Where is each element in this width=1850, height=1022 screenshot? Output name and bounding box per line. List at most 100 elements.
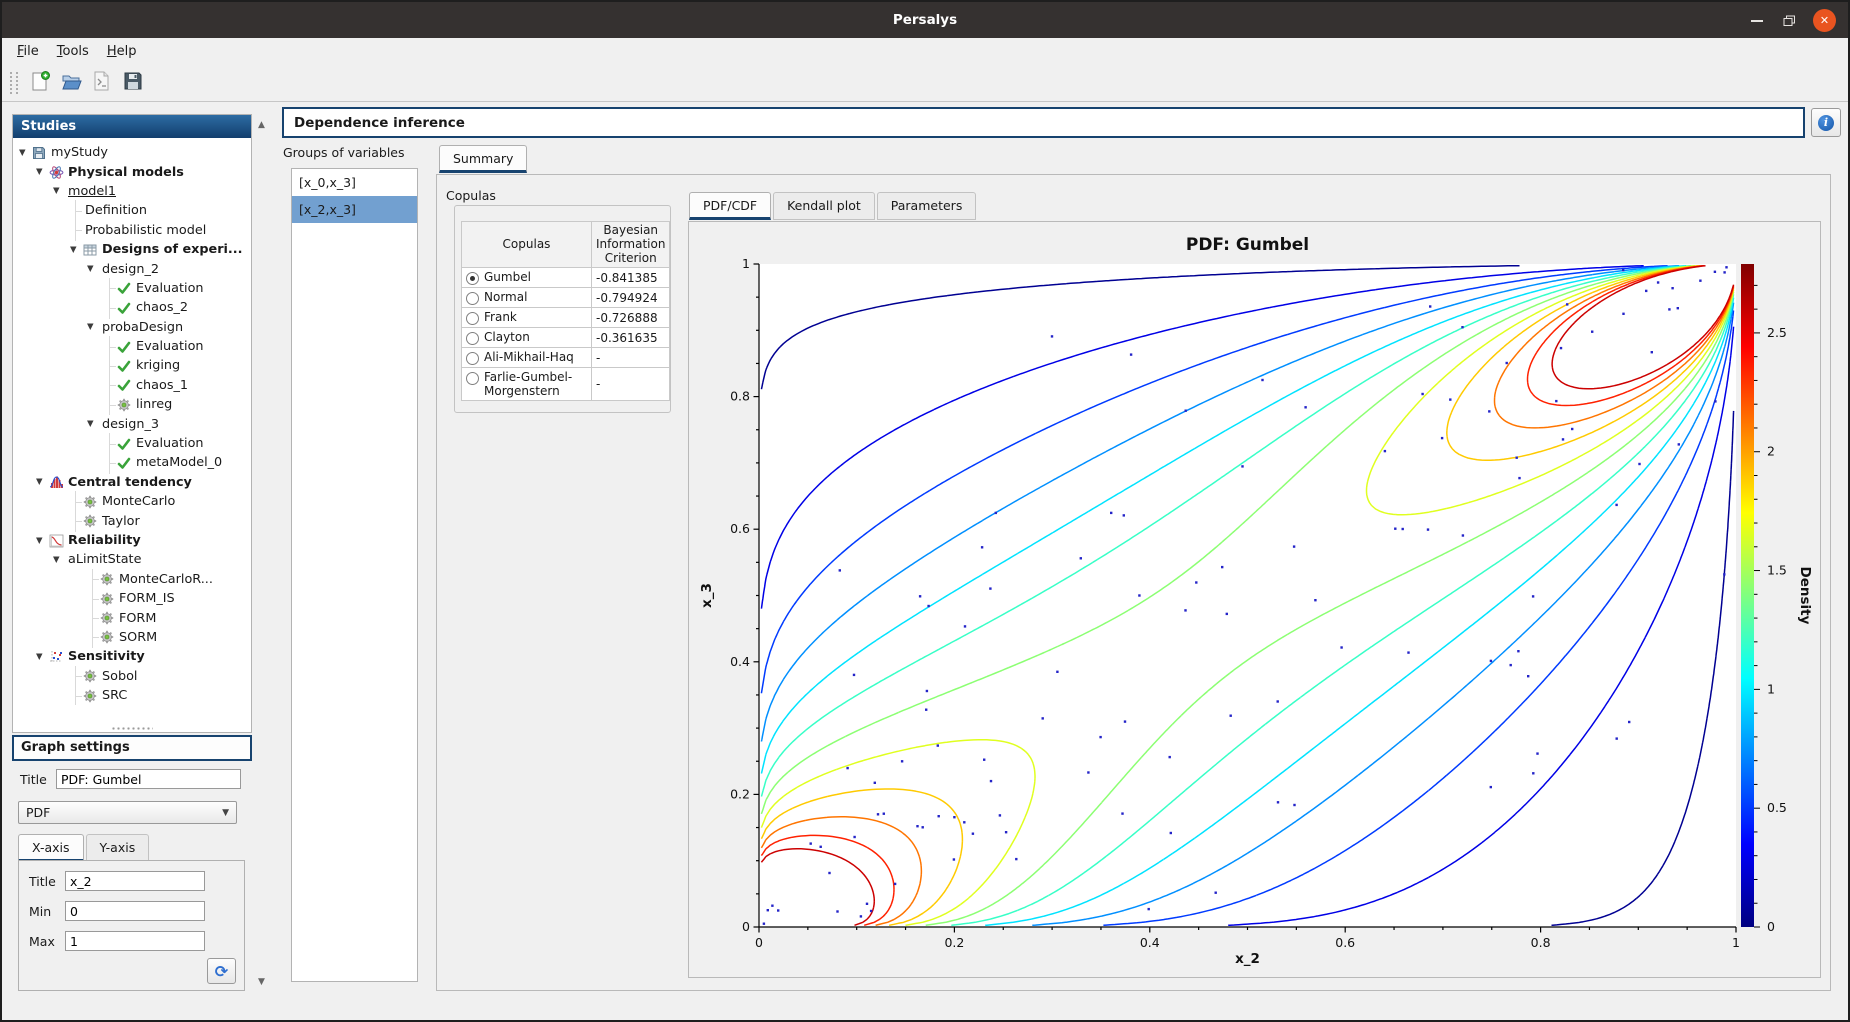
- tree-item-evaluation[interactable]: Evaluation: [13, 279, 251, 298]
- axis-max-input[interactable]: [65, 931, 205, 951]
- radio-farlie-gumbel-morgenstern[interactable]: [466, 372, 479, 385]
- expander-caret-icon[interactable]: ▼: [87, 322, 100, 332]
- tree-item-label: Designs of experi...: [102, 242, 243, 257]
- tree-item-designs-of-experi[interactable]: ▼ Designs of experi...: [13, 240, 251, 259]
- copula-name: Ali-Mikhail-Haq: [484, 350, 574, 364]
- tree-item-probabilistic-model[interactable]: Probabilistic model: [13, 221, 251, 240]
- tree-item-montecarlo[interactable]: MonteCarlo: [13, 492, 251, 511]
- toolbar: [2, 65, 1848, 102]
- info-icon: i: [1818, 115, 1834, 131]
- svg-text:0.6: 0.6: [1335, 935, 1355, 950]
- tree-item-sorm[interactable]: SORM: [13, 628, 251, 647]
- tree-guide-line: [70, 221, 83, 240]
- expander-caret-icon[interactable]: ▼: [53, 186, 66, 196]
- tree-item-physical-models[interactable]: ▼Physical models: [13, 162, 251, 181]
- tree-guide-line: [70, 201, 83, 220]
- tree-item-taylor[interactable]: Taylor: [13, 511, 251, 530]
- plot-type-dropdown[interactable]: PDF ▼: [18, 801, 237, 824]
- radio-ali-mikhail-haq[interactable]: [466, 352, 479, 365]
- expander-caret-icon[interactable]: ▼: [36, 477, 49, 487]
- minimize-button[interactable]: [1745, 9, 1768, 32]
- refresh-button[interactable]: ⟳: [207, 958, 236, 984]
- menu-item-help[interactable]: Help: [98, 41, 146, 62]
- tab-parameters[interactable]: Parameters: [877, 192, 977, 220]
- tree-item-design-3[interactable]: ▼design_3: [13, 414, 251, 433]
- tab-pdf-cdf[interactable]: PDF/CDF: [689, 192, 771, 220]
- radio-normal[interactable]: [466, 292, 479, 305]
- expander-caret-icon[interactable]: ▼: [19, 148, 32, 158]
- group-item-x-0-x-3[interactable]: [x_0,x_3]: [292, 169, 417, 196]
- tree-item-reliability[interactable]: ▼Reliability: [13, 531, 251, 550]
- scroll-down-arrow[interactable]: ▼: [254, 974, 269, 989]
- expander-caret-icon[interactable]: ▼: [36, 652, 49, 662]
- bic-value: -: [592, 368, 670, 401]
- radio-gumbel[interactable]: [466, 272, 479, 285]
- tree-item-sobol[interactable]: Sobol: [13, 667, 251, 686]
- graph-title-input[interactable]: [56, 769, 241, 789]
- close-button[interactable]: ✕: [1813, 9, 1836, 32]
- tree-item-chaos-1[interactable]: chaos_1: [13, 376, 251, 395]
- dock-splitter-handle[interactable]: [12, 725, 252, 733]
- tree-item-kriging[interactable]: kriging: [13, 356, 251, 375]
- expander-caret-icon[interactable]: ▼: [36, 167, 49, 177]
- open-study-button[interactable]: [57, 69, 85, 97]
- restore-button[interactable]: [1778, 9, 1801, 32]
- tree-item-src[interactable]: SRC: [13, 686, 251, 705]
- tree-item-model1[interactable]: ▼model1: [13, 182, 251, 201]
- tree-item-alimitstate[interactable]: ▼aLimitState: [13, 550, 251, 569]
- bic-value: -0.794924: [592, 288, 670, 308]
- expander-caret-icon[interactable]: ▼: [87, 419, 100, 429]
- axis-min-input[interactable]: [65, 901, 205, 921]
- gear-icon: [100, 572, 117, 586]
- copulas-table: CopulasBayesian Information CriterionGum…: [461, 221, 670, 401]
- tab-summary[interactable]: Summary: [439, 145, 527, 173]
- tree-item-label: kriging: [136, 358, 180, 373]
- tree-item-chaos-2[interactable]: chaos_2: [13, 298, 251, 317]
- scroll-up-arrow[interactable]: ▲: [254, 117, 269, 132]
- python-script-button[interactable]: [88, 69, 116, 97]
- expander-caret-icon[interactable]: ▼: [87, 264, 100, 274]
- tree-item-label: aLimitState: [68, 552, 141, 567]
- toolbar-grip[interactable]: [10, 72, 18, 94]
- radio-clayton[interactable]: [466, 332, 479, 345]
- tree-item-mystudy[interactable]: ▼ myStudy: [13, 143, 251, 162]
- tree-item-definition[interactable]: Definition: [13, 201, 251, 220]
- tree-item-label: myStudy: [51, 145, 108, 160]
- axis-title-input[interactable]: [65, 871, 205, 891]
- tree-item-montecarlor[interactable]: MonteCarloR...: [13, 570, 251, 589]
- menu-item-file[interactable]: File: [8, 41, 48, 62]
- bic-value: -0.726888: [592, 308, 670, 328]
- splitter-dots-icon: [111, 726, 153, 732]
- tree-item-label: design_2: [102, 262, 159, 277]
- tab-y-axis[interactable]: Y-axis: [86, 834, 150, 862]
- tree-item-label: FORM_IS: [119, 591, 175, 606]
- refresh-icon: ⟳: [215, 962, 228, 981]
- axis-title-row: Title: [29, 871, 205, 891]
- tree-item-sensitivity[interactable]: ▼Sensitivity: [13, 647, 251, 666]
- tab-x-axis[interactable]: X-axis: [18, 834, 84, 862]
- reliability-icon: [49, 534, 66, 548]
- save-study-button[interactable]: [119, 69, 147, 97]
- copula-name: Frank: [484, 310, 517, 324]
- tree-item-probadesign[interactable]: ▼probaDesign: [13, 318, 251, 337]
- tree-item-design-2[interactable]: ▼design_2: [13, 259, 251, 278]
- table-header-copulas: Copulas: [462, 222, 592, 268]
- expander-caret-icon[interactable]: ▼: [70, 245, 83, 255]
- info-button[interactable]: i: [1811, 108, 1841, 137]
- tab-kendall-plot[interactable]: Kendall plot: [773, 192, 875, 220]
- page-title-text: Dependence inference: [294, 115, 465, 131]
- menu-item-tools[interactable]: Tools: [48, 41, 98, 62]
- tree-item-central-tendency[interactable]: ▼Central tendency: [13, 473, 251, 492]
- radio-frank[interactable]: [466, 312, 479, 325]
- tree-item-form[interactable]: FORM: [13, 608, 251, 627]
- expander-caret-icon[interactable]: ▼: [36, 536, 49, 546]
- new-study-button[interactable]: [26, 69, 54, 97]
- tree-item-evaluation[interactable]: Evaluation: [13, 337, 251, 356]
- group-item-x-2-x-3[interactable]: [x_2,x_3]: [292, 196, 417, 223]
- tree-item-evaluation[interactable]: Evaluation: [13, 434, 251, 453]
- expander-caret-icon[interactable]: ▼: [53, 555, 66, 565]
- tree-item-form-is[interactable]: FORM_IS: [13, 589, 251, 608]
- graph-settings-title: Graph settings: [12, 735, 252, 761]
- tree-item-metamodel-0[interactable]: metaModel_0: [13, 453, 251, 472]
- tree-item-linreg[interactable]: linreg: [13, 395, 251, 414]
